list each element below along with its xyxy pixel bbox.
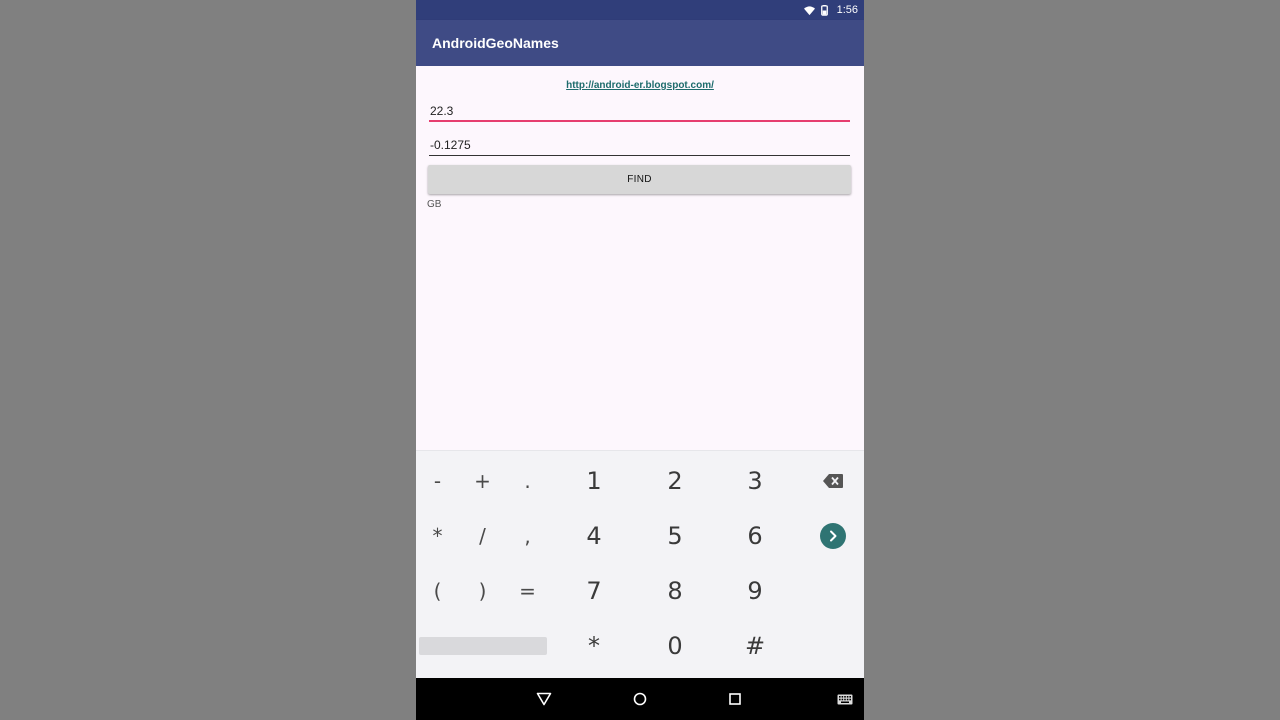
longitude-input[interactable] [429, 135, 850, 155]
next-icon [819, 522, 846, 549]
main-content: http://android-er.blogspot.com/ FIND GB [416, 66, 864, 450]
space-bar[interactable] [419, 637, 547, 655]
blog-link[interactable]: http://android-er.blogspot.com/ [416, 80, 864, 91]
home-icon [633, 692, 647, 706]
back-icon [536, 692, 552, 706]
key-equals[interactable]: = [505, 563, 550, 618]
key-2[interactable]: 2 [635, 453, 715, 508]
key-plus[interactable]: + [460, 453, 505, 508]
key-hash[interactable]: # [715, 618, 795, 673]
key-4[interactable]: 4 [554, 508, 634, 563]
key-1[interactable]: 1 [554, 453, 634, 508]
key-7[interactable]: 7 [554, 563, 634, 618]
key-asterisk[interactable]: * [416, 508, 460, 563]
navigation-bar [416, 678, 864, 720]
key-8[interactable]: 8 [635, 563, 715, 618]
wifi-icon [803, 5, 815, 15]
backspace-icon [822, 473, 843, 488]
key-minus[interactable]: - [416, 453, 460, 508]
recents-icon [729, 693, 741, 705]
recents-button[interactable] [719, 678, 751, 720]
key-slash[interactable]: / [460, 508, 505, 563]
result-text: GB [427, 199, 442, 210]
device-screen: 1:56 AndroidGeoNames http://android-er.b… [416, 0, 864, 720]
key-5[interactable]: 5 [635, 508, 715, 563]
find-button[interactable]: FIND [428, 165, 851, 194]
backspace-key[interactable] [810, 453, 855, 508]
key-period[interactable]: . [505, 453, 550, 508]
latitude-field[interactable] [429, 100, 850, 122]
key-6[interactable]: 6 [715, 508, 795, 563]
keyboard-switch-button[interactable] [832, 678, 858, 720]
status-bar: 1:56 [416, 0, 864, 20]
next-key[interactable] [810, 508, 855, 563]
latitude-input[interactable] [429, 101, 850, 121]
key-9[interactable]: 9 [715, 563, 795, 618]
key-open-paren[interactable]: ( [416, 563, 460, 618]
key-3[interactable]: 3 [715, 453, 795, 508]
key-comma[interactable]: , [505, 508, 550, 563]
app-bar: AndroidGeoNames [416, 20, 864, 66]
app-title: AndroidGeoNames [432, 35, 559, 51]
key-star[interactable]: * [554, 618, 634, 673]
key-0[interactable]: 0 [635, 618, 715, 673]
numeric-keyboard: - + . 1 2 3 * / , 4 5 6 ( ) = 7 8 9 * 0 … [416, 450, 864, 678]
status-time: 1:56 [836, 4, 858, 16]
home-button[interactable] [624, 678, 656, 720]
key-close-paren[interactable]: ) [460, 563, 505, 618]
longitude-field[interactable] [429, 134, 850, 156]
back-button[interactable] [528, 678, 560, 720]
battery-icon [820, 4, 828, 16]
keyboard-icon [837, 694, 853, 704]
